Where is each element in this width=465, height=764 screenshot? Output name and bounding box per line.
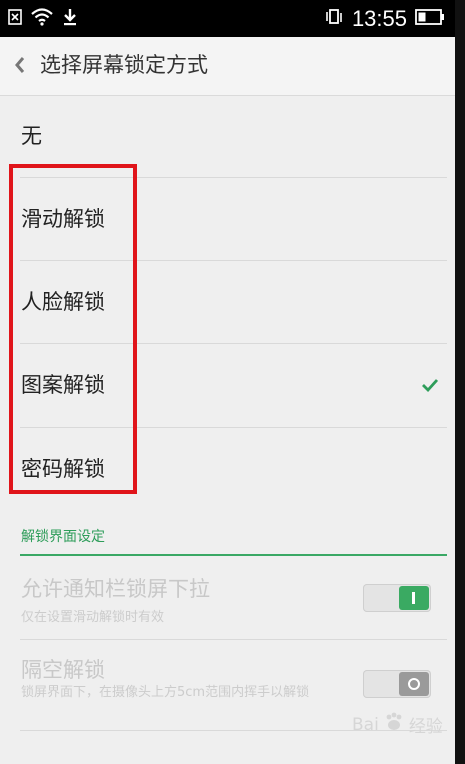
app-header: 选择屏幕锁定方式	[0, 37, 455, 96]
lock-option-label: 无	[21, 124, 42, 148]
lock-option-label: 滑动解锁	[21, 207, 105, 231]
download-icon	[62, 8, 78, 30]
status-bar: 13:55	[0, 0, 455, 37]
lock-option-label: 图案解锁	[21, 373, 105, 397]
lock-option-none[interactable]: 无	[0, 95, 455, 178]
chevron-left-icon[interactable]	[14, 56, 26, 78]
toggle-knob	[399, 672, 429, 696]
setting-desc: 仅在设置滑动解锁时有效	[21, 610, 165, 625]
screen-rotate-icon	[324, 8, 344, 30]
setting-notification-pulldown[interactable]: 允许通知栏锁屏下拉 仅在设置滑动解锁时有效	[0, 556, 455, 639]
status-bar-left	[8, 8, 78, 30]
lock-option-pattern[interactable]: 图案解锁	[0, 344, 455, 427]
lock-option-label: 人脸解锁	[21, 290, 105, 314]
lock-option-label: 密码解锁	[21, 457, 105, 481]
watermark: Bai 经验	[352, 712, 443, 737]
lock-option-slide[interactable]: 滑动解锁	[0, 178, 455, 261]
wifi-icon	[31, 8, 53, 30]
watermark-text: Bai	[352, 714, 379, 735]
paw-icon	[383, 712, 405, 737]
status-time: 13:55	[351, 6, 407, 31]
section-title: 解锁界面设定	[21, 529, 105, 545]
air-unlock-toggle[interactable]	[363, 670, 431, 698]
close-box-icon	[8, 9, 22, 29]
page-title: 选择屏幕锁定方式	[40, 53, 208, 77]
lock-option-face[interactable]: 人脸解锁	[0, 261, 455, 344]
lock-option-password[interactable]: 密码解锁	[0, 428, 455, 511]
setting-desc: 锁屏界面下，在摄像头上方5cm范围内挥手以解锁	[21, 685, 310, 700]
check-icon	[421, 377, 439, 396]
battery-icon	[415, 9, 445, 29]
toggle-knob	[399, 586, 429, 610]
screen: 13:55 选择屏幕锁定方式 无 滑动解锁 人脸解锁 图案解锁 密码解锁 解锁界…	[0, 0, 455, 764]
notification-pulldown-toggle[interactable]	[363, 584, 431, 612]
setting-title: 允许通知栏锁屏下拉	[21, 577, 210, 601]
watermark-suffix: 经验	[408, 717, 443, 737]
screen-edge	[455, 0, 465, 764]
status-bar-right: 13:55	[324, 6, 445, 32]
setting-title: 隔空解锁	[21, 658, 105, 682]
